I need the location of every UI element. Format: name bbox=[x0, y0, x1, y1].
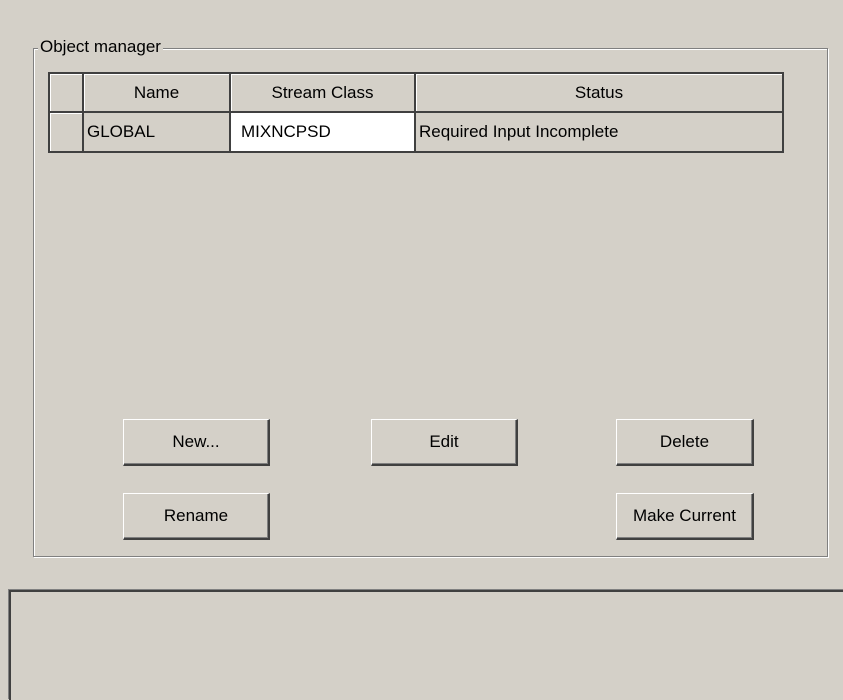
delete-button[interactable]: Delete bbox=[616, 419, 754, 466]
cell-stream-class[interactable]: MIXNCPSD bbox=[231, 113, 416, 153]
edit-button[interactable]: Edit bbox=[371, 419, 518, 466]
cell-name[interactable]: GLOBAL bbox=[84, 113, 231, 153]
object-grid: Name Stream Class Status GLOBAL MIXNCPSD… bbox=[48, 72, 784, 153]
message-panel bbox=[9, 590, 843, 700]
cell-status[interactable]: Required Input Incomplete bbox=[416, 113, 784, 153]
column-header-name[interactable]: Name bbox=[84, 74, 231, 113]
new-button[interactable]: New... bbox=[123, 419, 270, 466]
table-row[interactable]: GLOBAL MIXNCPSD Required Input Incomplet… bbox=[50, 113, 784, 153]
grid-header-row: Name Stream Class Status bbox=[50, 74, 784, 113]
object-manager-title: Object manager bbox=[38, 36, 163, 58]
column-header-stream-class[interactable]: Stream Class bbox=[231, 74, 416, 113]
header-corner[interactable] bbox=[50, 74, 84, 113]
make-current-button[interactable]: Make Current bbox=[616, 493, 754, 540]
column-header-status[interactable]: Status bbox=[416, 74, 784, 113]
row-selector[interactable] bbox=[50, 113, 84, 153]
rename-button[interactable]: Rename bbox=[123, 493, 270, 540]
